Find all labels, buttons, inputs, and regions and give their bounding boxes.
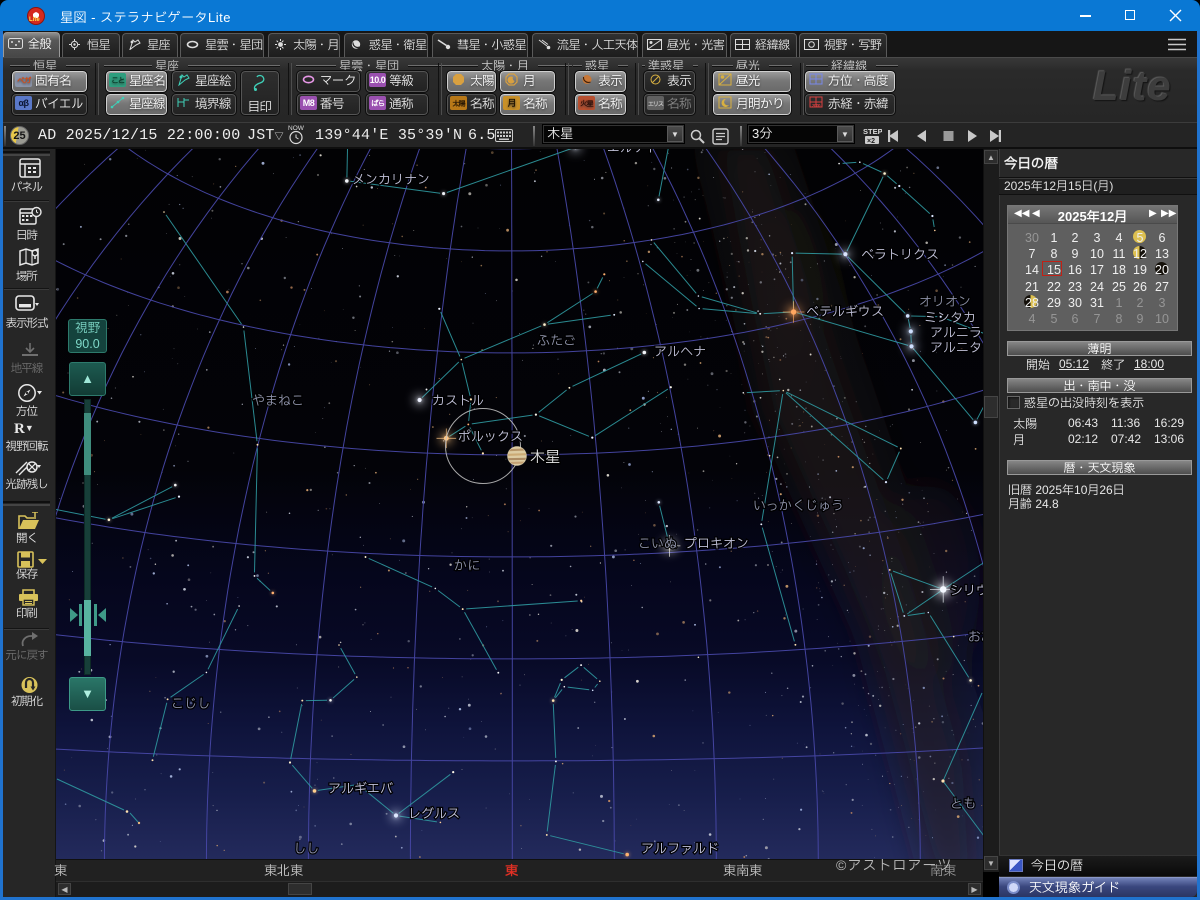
svg-text:メンカリナン: メンカリナン <box>352 170 430 190</box>
svg-text:おおいぬ: おおいぬ <box>968 627 983 647</box>
svg-text:木星: 木星 <box>530 446 560 469</box>
svg-text:アルニタク: アルニタク <box>930 338 983 358</box>
svg-text:アルギエバ: アルギエバ <box>328 779 393 799</box>
svg-text:カストル: カストル <box>432 391 484 411</box>
svg-text:エルナト: エルナト <box>607 149 659 158</box>
svg-text:とも: とも <box>950 794 976 814</box>
svg-text:こいぬ: こいぬ <box>638 534 677 554</box>
svg-text:しし: しし <box>293 839 319 859</box>
svg-text:レグルス: レグルス <box>408 804 460 824</box>
svg-text:×2: ×2 <box>867 138 875 145</box>
svg-text:プロキオン: プロキオン <box>684 534 749 554</box>
svg-text:ベテルギウス: ベテルギウス <box>806 302 884 322</box>
svg-text:ふたご: ふたご <box>537 331 576 351</box>
svg-text:こじし: こじし <box>171 694 210 714</box>
svg-text:いっかくじゅう: いっかくじゅう <box>753 496 844 516</box>
svg-text:シリウス: シリウス <box>950 581 983 601</box>
svg-text:かに: かに <box>454 556 480 576</box>
svg-text:STEP: STEP <box>863 127 882 136</box>
svg-text:ベラトリクス: ベラトリクス <box>861 245 939 265</box>
svg-text:ポルックス: ポルックス <box>458 427 523 447</box>
svg-text:アルヘナ: アルヘナ <box>654 342 706 362</box>
svg-text:やまねこ: やまねこ <box>252 391 304 411</box>
svg-text:アルファルド: アルファルド <box>641 839 719 859</box>
svg-text:2000: 2000 <box>812 103 821 108</box>
